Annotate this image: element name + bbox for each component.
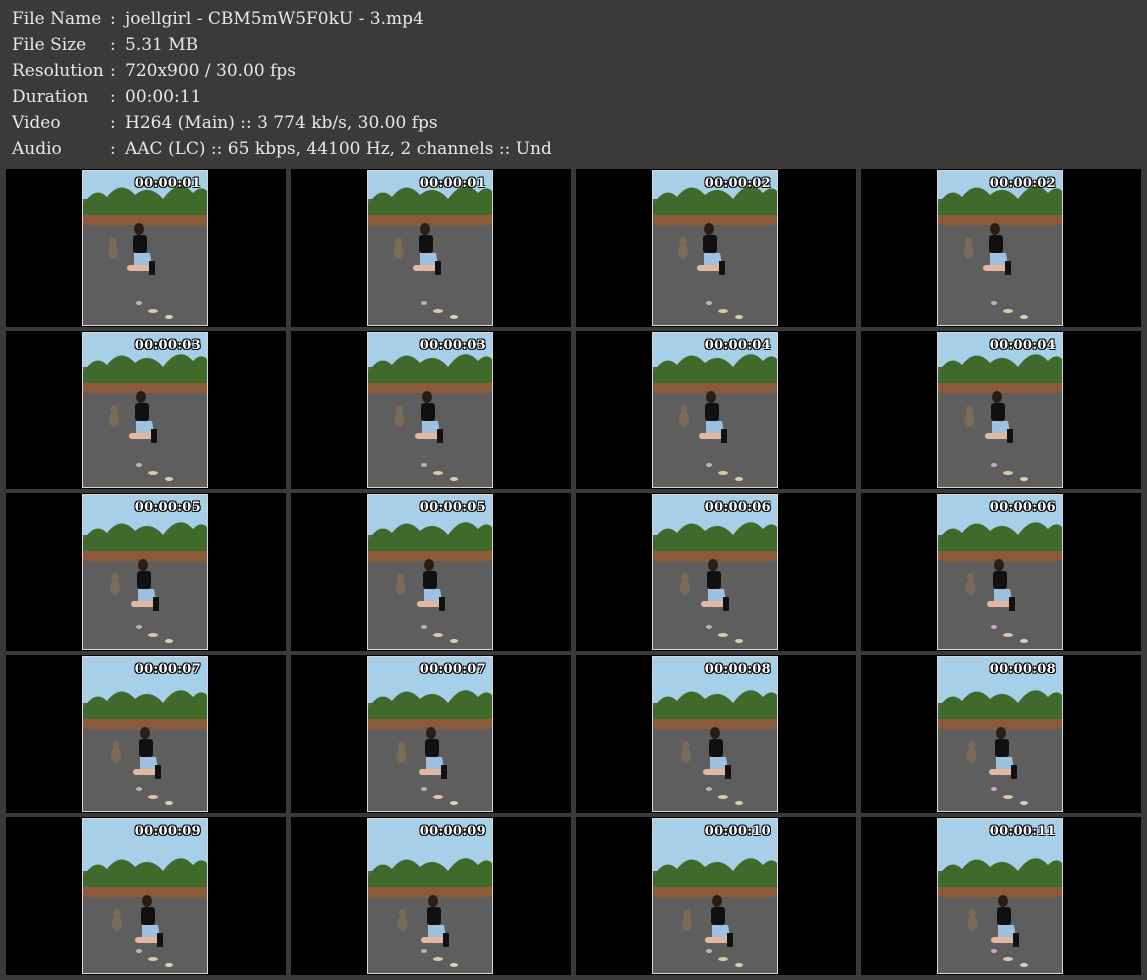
frame-thumbnail: 00:00:04 [937,332,1063,488]
frame-thumbnail: 00:00:03 [367,332,493,488]
frame-image [938,657,1062,811]
frame-timestamp: 00:00:05 [419,500,486,515]
frame-cell: 00:00:09 [291,817,571,975]
frame-cell: 00:00:11 [861,817,1141,975]
frame-image [368,819,492,973]
frame-thumbnail: 00:00:02 [937,170,1063,326]
frame-timestamp: 00:00:01 [134,176,201,191]
frame-timestamp: 00:00:08 [989,662,1056,677]
frame-cell: 00:00:07 [6,655,286,813]
frame-cell: 00:00:10 [576,817,856,975]
frame-timestamp: 00:00:02 [989,176,1056,191]
frame-cell: 00:00:06 [861,493,1141,651]
frame-image [653,171,777,325]
frame-timestamp: 00:00:11 [989,824,1056,839]
frame-image [83,657,207,811]
frame-cell: 00:00:03 [6,331,286,489]
frame-cell: 00:00:01 [6,169,286,327]
frame-thumbnail: 00:00:11 [937,818,1063,974]
frame-image [938,495,1062,649]
frame-timestamp: 00:00:09 [419,824,486,839]
frame-cell: 00:00:03 [291,331,571,489]
frame-image [83,495,207,649]
frame-image [938,819,1062,973]
frame-cell: 00:00:05 [291,493,571,651]
frame-thumbnail: 00:00:08 [937,656,1063,812]
frame-thumbnail: 00:00:07 [82,656,208,812]
frame-thumbnail: 00:00:05 [367,494,493,650]
frame-timestamp: 00:00:05 [134,500,201,515]
frame-timestamp: 00:00:09 [134,824,201,839]
frame-image [368,333,492,487]
frame-thumbnail: 00:00:05 [82,494,208,650]
frame-image [83,819,207,973]
frame-thumbnail: 00:00:08 [652,656,778,812]
frame-cell: 00:00:02 [576,169,856,327]
frame-thumbnail: 00:00:02 [652,170,778,326]
frame-thumbnail: 00:00:01 [82,170,208,326]
frame-timestamp: 00:00:06 [704,500,771,515]
frame-image [368,657,492,811]
frame-cell: 00:00:06 [576,493,856,651]
thumbnail-grid: 00:00:01 00:00:01 00:00:02 00:00:02 00:00:03… [0,0,1147,980]
frame-image [83,171,207,325]
frame-thumbnail: 00:00:09 [82,818,208,974]
frame-image [368,171,492,325]
frame-thumbnail: 00:00:10 [652,818,778,974]
frame-timestamp: 00:00:01 [419,176,486,191]
frame-image [653,819,777,973]
frame-cell: 00:00:04 [861,331,1141,489]
frame-cell: 00:00:08 [861,655,1141,813]
frame-timestamp: 00:00:07 [419,662,486,677]
frame-cell: 00:00:07 [291,655,571,813]
frame-timestamp: 00:00:08 [704,662,771,677]
frame-thumbnail: 00:00:01 [367,170,493,326]
frame-image [938,333,1062,487]
frame-thumbnail: 00:00:06 [652,494,778,650]
frame-timestamp: 00:00:02 [704,176,771,191]
frame-image [938,171,1062,325]
frame-image [653,495,777,649]
frame-timestamp: 00:00:04 [989,338,1056,353]
frame-timestamp: 00:00:03 [134,338,201,353]
frame-cell: 00:00:08 [576,655,856,813]
frame-cell: 00:00:04 [576,331,856,489]
frame-thumbnail: 00:00:04 [652,332,778,488]
frame-timestamp: 00:00:03 [419,338,486,353]
frame-timestamp: 00:00:10 [704,824,771,839]
frame-cell: 00:00:01 [291,169,571,327]
frame-thumbnail: 00:00:09 [367,818,493,974]
frame-timestamp: 00:00:06 [989,500,1056,515]
frame-thumbnail: 00:00:07 [367,656,493,812]
frame-cell: 00:00:02 [861,169,1141,327]
frame-image [653,333,777,487]
frame-thumbnail: 00:00:03 [82,332,208,488]
frame-timestamp: 00:00:04 [704,338,771,353]
frame-thumbnail: 00:00:06 [937,494,1063,650]
frame-image [368,495,492,649]
frame-cell: 00:00:05 [6,493,286,651]
frame-timestamp: 00:00:07 [134,662,201,677]
frame-image [653,657,777,811]
frame-cell: 00:00:09 [6,817,286,975]
frame-image [83,333,207,487]
